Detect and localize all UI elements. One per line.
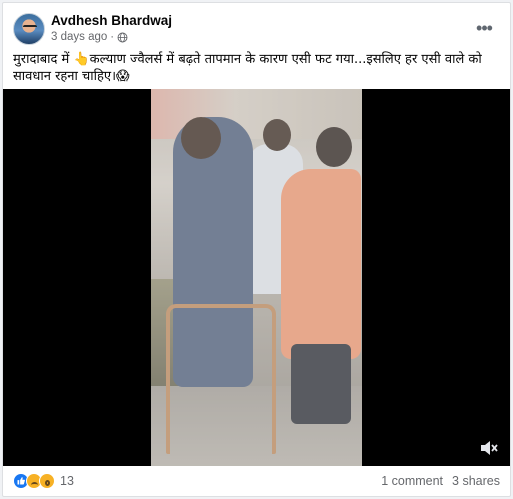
post-meta: 3 days ago · xyxy=(51,31,128,43)
meta-separator: · xyxy=(110,31,115,43)
more-options-icon[interactable]: ••• xyxy=(472,17,496,41)
video-player[interactable] xyxy=(3,89,510,466)
post-caption: मुरादाबाद में 👆कल्याण ज्वैलर्स में बढ़ते… xyxy=(13,52,482,84)
author-name[interactable]: Avdhesh Bhardwaj xyxy=(51,13,172,28)
reactions-summary[interactable]: 13 xyxy=(13,473,74,489)
facebook-post: Avdhesh Bhardwaj 3 days ago · ••• मुरादा… xyxy=(2,2,511,497)
shares-count[interactable]: 3 shares xyxy=(452,474,500,488)
video-frame xyxy=(151,89,362,466)
globe-icon xyxy=(117,32,128,42)
wow-reaction-icon xyxy=(39,473,55,489)
engagement-counts: 1 comment 3 shares xyxy=(381,474,500,488)
avatar[interactable] xyxy=(13,13,45,45)
post-timestamp[interactable]: 3 days ago xyxy=(51,31,107,43)
comments-count[interactable]: 1 comment xyxy=(381,474,443,488)
post-header: Avdhesh Bhardwaj 3 days ago · ••• xyxy=(13,13,502,49)
post-footer: 13 1 comment 3 shares xyxy=(13,471,502,493)
reaction-count: 13 xyxy=(60,474,74,488)
volume-icon[interactable] xyxy=(480,440,498,456)
